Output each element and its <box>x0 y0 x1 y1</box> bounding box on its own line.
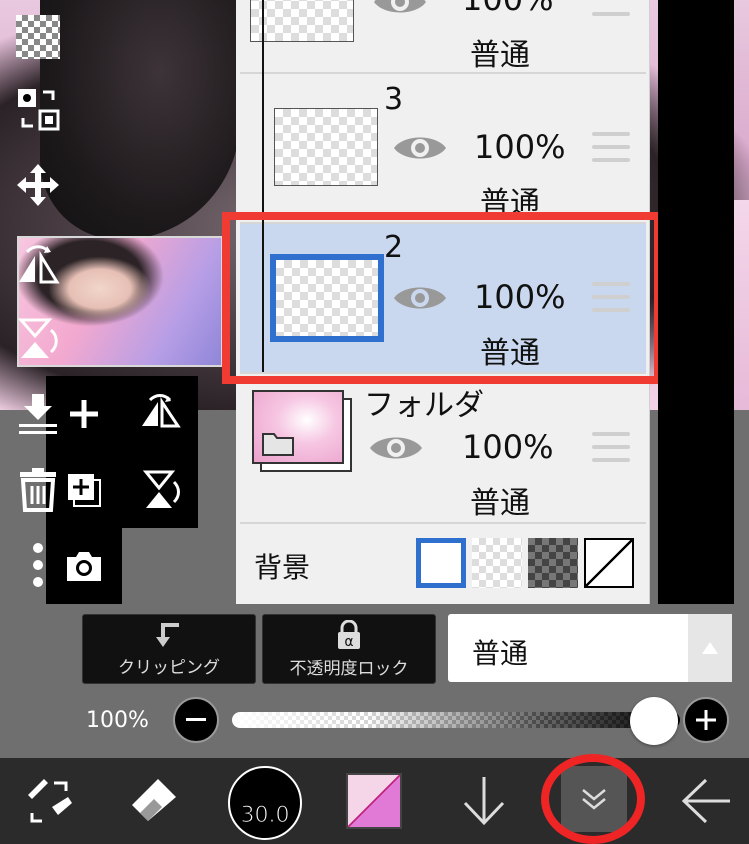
opacity-lock-label: 不透明度ロック <box>289 658 409 679</box>
flip-horizontal-button-right[interactable] <box>0 230 76 300</box>
background-transparent-option[interactable] <box>472 538 522 588</box>
clipping-button[interactable]: クリッピング <box>82 614 256 684</box>
right-toolbar <box>658 0 734 604</box>
background-dark-option[interactable] <box>528 538 578 588</box>
layer-blend-mode: 普通 <box>470 38 530 73</box>
opacity-lock-button[interactable]: α 不透明度ロック <box>262 614 436 684</box>
color-swatch-button[interactable] <box>346 773 402 829</box>
plus-small-icon <box>696 710 716 730</box>
flip-vertical-icon <box>17 318 58 358</box>
folder-icon <box>262 433 294 456</box>
blend-mode-value: 普通 <box>472 637 529 670</box>
more-options-button[interactable] <box>0 530 76 600</box>
layer-row-folder-top[interactable]: 100% 普通 <box>240 0 646 74</box>
background-label: 背景 <box>254 551 311 584</box>
layer-thumbnail <box>274 108 378 186</box>
swap-layer-button[interactable] <box>0 74 76 144</box>
flip-vertical-button[interactable] <box>122 452 198 528</box>
undo-down-button[interactable] <box>434 758 534 844</box>
checker-icon <box>16 15 60 59</box>
delete-layer-button[interactable] <box>0 454 76 524</box>
clipping-arrow-icon <box>156 622 179 647</box>
swap-icon <box>18 89 60 131</box>
minus-icon <box>186 718 206 721</box>
merge-down-icon <box>19 394 57 434</box>
opacity-decrease-button[interactable] <box>173 697 219 743</box>
flip-horizontal-button[interactable] <box>122 376 198 452</box>
drag-handle-icon[interactable] <box>592 132 630 162</box>
background-row: 背景 <box>240 526 646 602</box>
arrow-left-icon <box>681 778 730 824</box>
opacity-value-label: 100% <box>86 708 149 733</box>
eye-icon[interactable] <box>368 430 424 466</box>
move-button[interactable] <box>0 150 76 220</box>
flip-horizontal-icon <box>19 245 60 284</box>
layer-thumbnail <box>250 0 354 42</box>
drag-handle-icon[interactable] <box>592 0 630 16</box>
brush-size-value: 30.0 <box>240 803 290 829</box>
flip-horizontal-icon <box>142 394 181 428</box>
layer-opacity: 100% <box>462 428 554 466</box>
layer-row-folder[interactable]: フォルダ 100% 普通 <box>240 374 646 524</box>
move-arrows-icon <box>17 164 59 206</box>
opacity-slider-knob[interactable] <box>630 697 678 745</box>
opacity-slider-track[interactable] <box>232 712 680 728</box>
brush-tool-button[interactable] <box>0 758 100 844</box>
background-custom-option[interactable] <box>584 538 634 588</box>
layer-name: 3 <box>384 82 404 117</box>
arrow-down-icon <box>463 777 505 826</box>
eraser-button[interactable] <box>104 758 204 844</box>
brush-swap-icon <box>28 779 72 823</box>
blend-mode-select[interactable]: 普通 <box>448 614 688 682</box>
eye-icon[interactable] <box>392 130 448 166</box>
clipping-label: クリッピング <box>118 657 220 678</box>
svg-text:α: α <box>344 634 353 650</box>
triangle-up-icon <box>702 642 718 654</box>
selected-layer-highlight <box>222 212 662 384</box>
canvas-edge <box>732 200 749 410</box>
layer-opacity: 100% <box>474 128 566 166</box>
blend-mode-dropdown-button[interactable] <box>688 614 732 682</box>
lock-alpha-icon: α <box>338 619 360 650</box>
brush-size-button[interactable]: 30.0 <box>228 766 302 840</box>
drag-handle-icon[interactable] <box>592 432 630 462</box>
background-white-option[interactable] <box>416 538 466 588</box>
flip-vertical-button-right[interactable] <box>0 304 76 374</box>
collapse-button-highlight <box>541 754 645 844</box>
back-button[interactable] <box>656 758 749 844</box>
layer-opacity: 100% <box>462 0 553 18</box>
layer-name: フォルダ <box>364 388 484 423</box>
eye-icon[interactable] <box>372 0 428 20</box>
eraser-icon <box>132 779 176 821</box>
more-vertical-icon <box>33 543 43 587</box>
flip-vertical-icon <box>142 470 180 508</box>
layer-row-3[interactable]: 3 100% 普通 <box>240 74 646 224</box>
folder-thumbnail-stack <box>252 384 356 484</box>
transparency-button[interactable] <box>0 2 76 72</box>
merge-down-button[interactable] <box>0 378 76 448</box>
trash-icon <box>20 468 56 512</box>
opacity-increase-button[interactable] <box>683 697 729 743</box>
layer-blend-mode: 普通 <box>470 486 530 521</box>
